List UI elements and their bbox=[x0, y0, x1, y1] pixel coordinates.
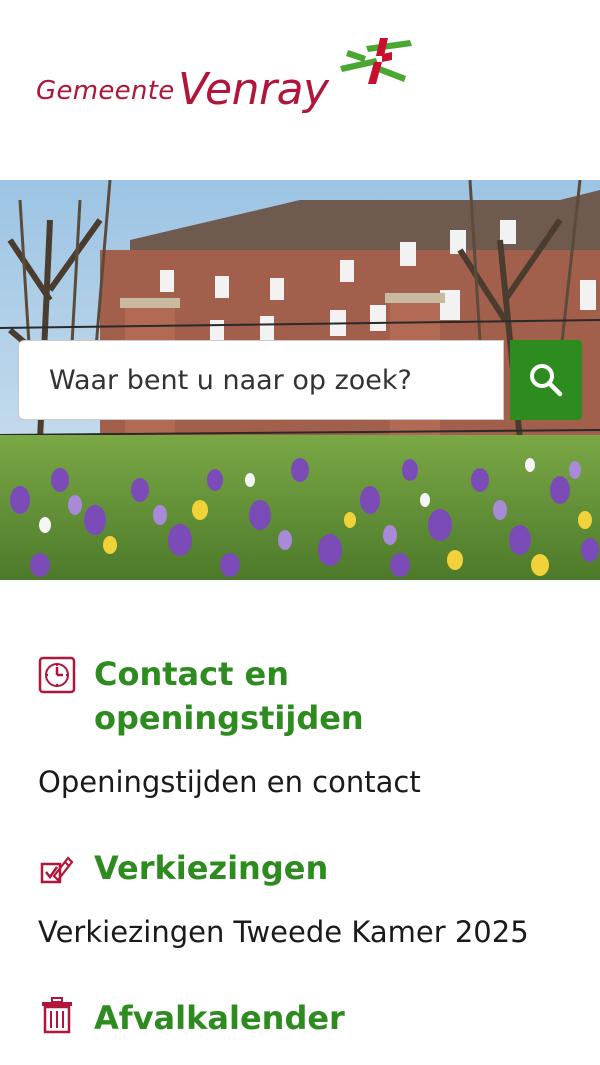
ballot-pen-icon bbox=[40, 856, 74, 884]
section-afvalkalender: Afvalkalender bbox=[38, 996, 578, 1046]
search-button[interactable] bbox=[510, 340, 582, 420]
section-contact: Contact en openingstijden Openingstijden… bbox=[38, 652, 578, 802]
search-input[interactable] bbox=[19, 341, 503, 419]
site-header: Gemeente Venray bbox=[0, 0, 600, 180]
trash-bin-icon bbox=[42, 997, 72, 1034]
verkiezingen-description: Verkiezingen Tweede Kamer 2025 bbox=[38, 915, 529, 949]
contact-description: Openingstijden en contact bbox=[38, 765, 421, 799]
search-icon bbox=[530, 364, 563, 397]
section-verkiezingen: Verkiezingen Verkiezingen Tweede Kamer 2… bbox=[38, 846, 578, 956]
site-logo[interactable]: Gemeente Venray bbox=[36, 36, 416, 126]
contact-link[interactable]: Contact en openingstijden bbox=[94, 652, 364, 740]
logo-text-venray: Venray bbox=[178, 64, 329, 115]
logo-mark-icon bbox=[340, 38, 412, 84]
contact-title-line2: openingstijden bbox=[94, 699, 364, 737]
verkiezingen-link[interactable]: Verkiezingen bbox=[94, 846, 328, 890]
logo-text-gemeente: Gemeente bbox=[36, 76, 175, 106]
clock-icon bbox=[38, 656, 76, 694]
search-box bbox=[18, 340, 504, 420]
afvalkalender-link[interactable]: Afvalkalender bbox=[94, 996, 345, 1040]
contact-title-line1: Contact en bbox=[94, 655, 290, 693]
